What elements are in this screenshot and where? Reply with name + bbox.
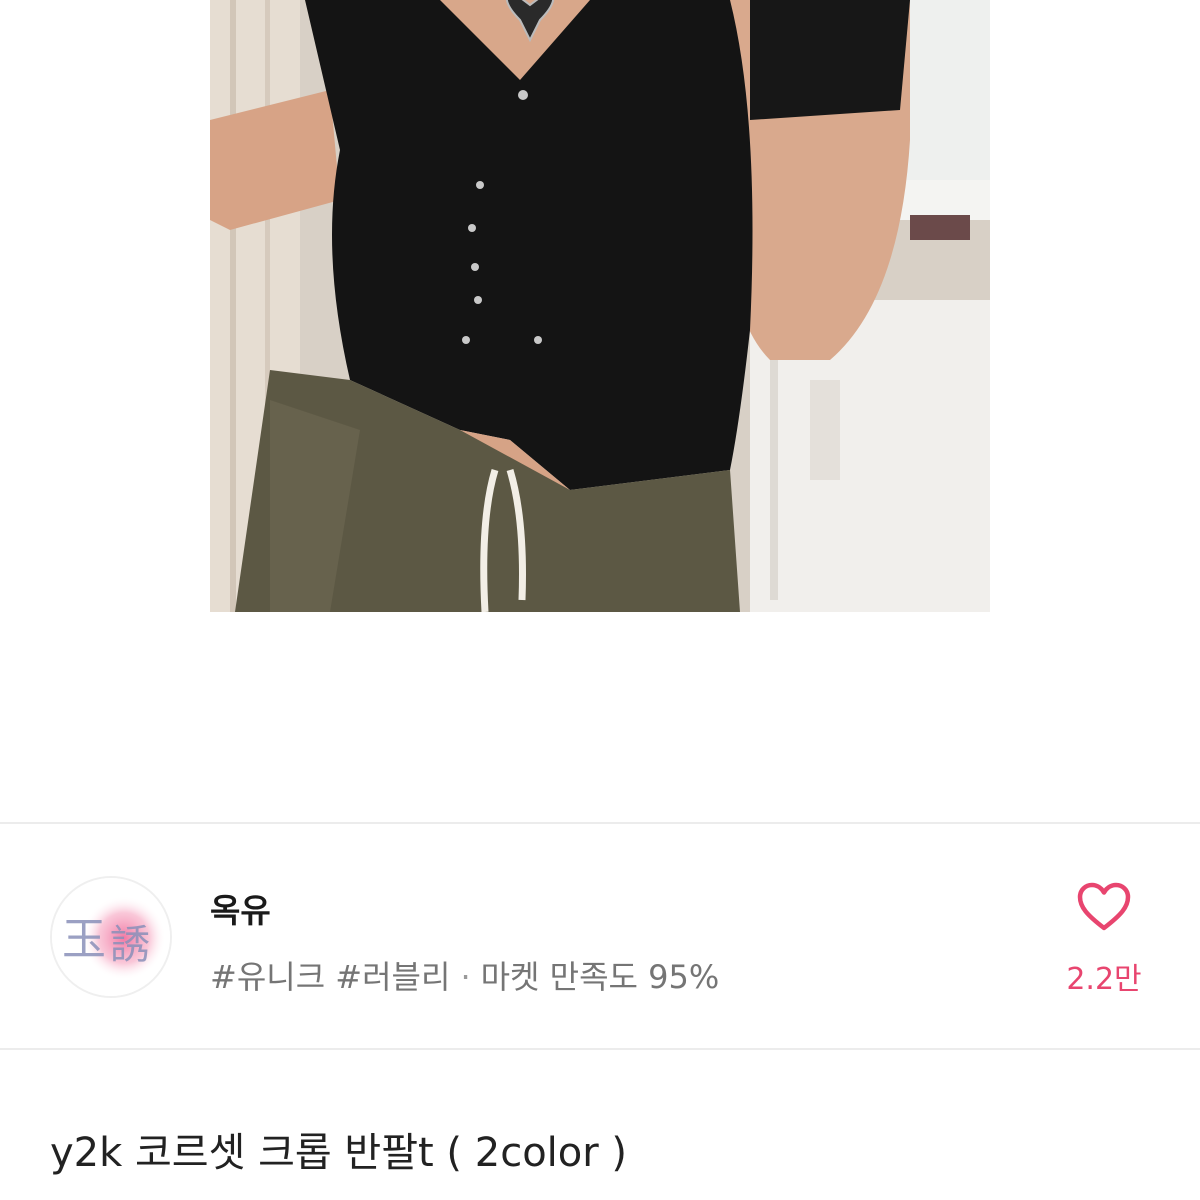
seller-avatar-logo: 玉 誘 — [52, 878, 170, 996]
svg-text:誘: 誘 — [110, 922, 150, 968]
seller-tags: #유니크 #러블리 — [210, 958, 451, 996]
product-photo[interactable] — [210, 0, 990, 612]
like-button[interactable]: 2.2만 — [1058, 878, 1150, 998]
seller-meta: #유니크 #러블리 · 마켓 만족도 95% — [210, 952, 719, 998]
like-count: 2.2만 — [1066, 962, 1142, 997]
seller-avatar[interactable]: 玉 誘 — [50, 876, 172, 998]
meta-separator: · — [460, 958, 471, 996]
section-divider — [0, 822, 1200, 824]
seller-name[interactable]: 옥유 — [210, 884, 271, 932]
svg-text:玉: 玉 — [62, 914, 106, 965]
product-title: y2k 코르셋 크롭 반팔t ( 2color ) — [50, 1130, 628, 1176]
product-page: 玉 誘 옥유 #유니크 #러블리 · 마켓 만족도 95% 2.2만 y2k 코르셋… — [0, 0, 1200, 1200]
heart-icon — [1077, 882, 1131, 931]
seller-satisfaction: 마켓 만족도 95% — [480, 958, 720, 996]
section-divider — [0, 1048, 1200, 1050]
product-photo-graphic — [210, 0, 990, 612]
